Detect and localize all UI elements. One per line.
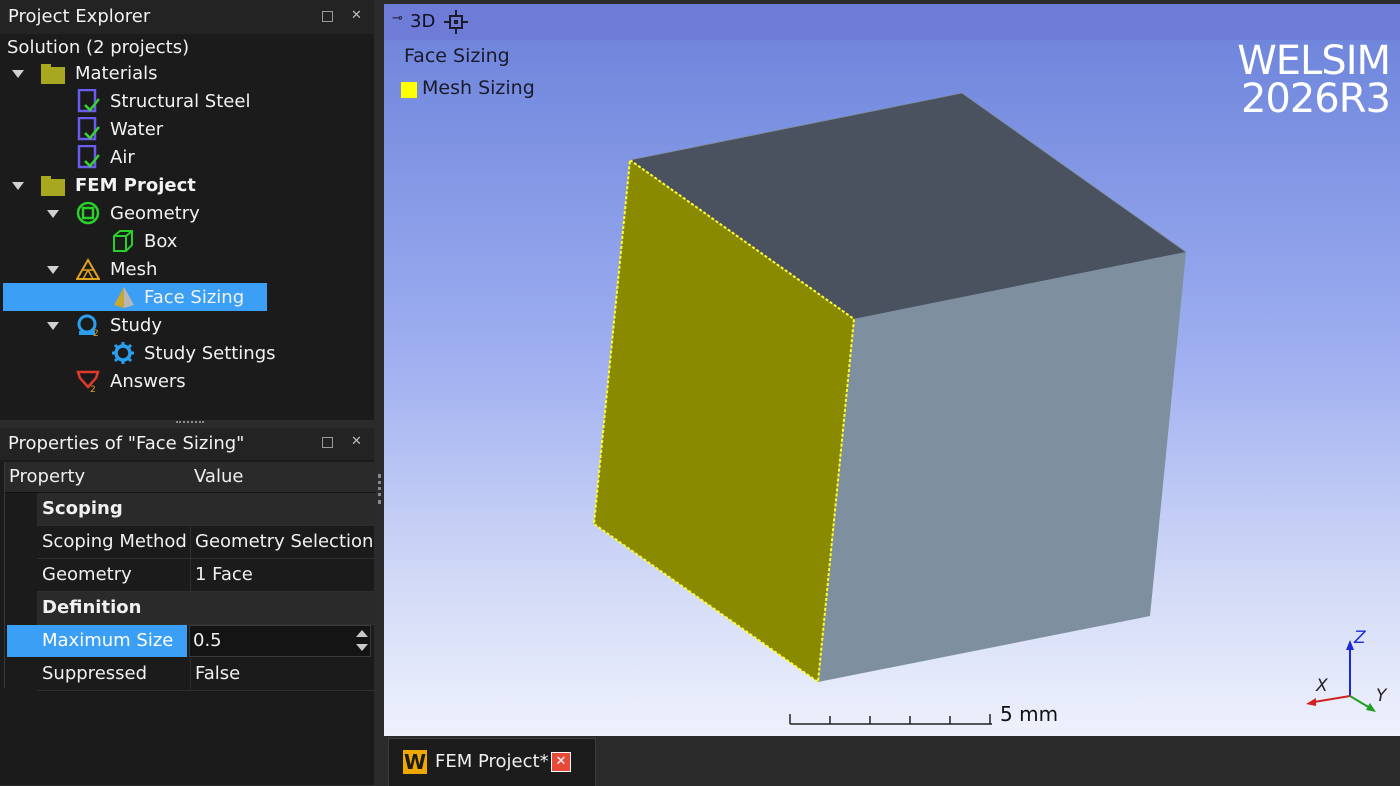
- expand-arrow-icon[interactable]: [12, 70, 24, 78]
- tree-item-answers[interactable]: Answers: [110, 368, 186, 396]
- document-tab-fem-project[interactable]: W FEM Project* ✕: [388, 738, 596, 786]
- grid-gutter: [5, 493, 37, 688]
- float-panel-icon[interactable]: [322, 437, 333, 448]
- section-scoping[interactable]: Scoping: [37, 493, 376, 526]
- axis-z-label: Z: [1354, 628, 1366, 648]
- tree-item-geometry[interactable]: Geometry: [110, 200, 200, 228]
- expand-arrow-icon[interactable]: [47, 266, 59, 274]
- axis-y-label: Y: [1376, 686, 1387, 706]
- svg-text:2: 2: [90, 385, 96, 393]
- property-value-suppressed[interactable]: False: [189, 658, 375, 691]
- column-header-value[interactable]: Value: [189, 462, 376, 493]
- geometry-icon: [76, 201, 100, 225]
- project-explorer-title: Project Explorer: [0, 0, 374, 34]
- tree-item-study[interactable]: Study: [110, 312, 162, 340]
- property-label-suppressed: Suppressed: [37, 658, 191, 691]
- folder-icon: [41, 176, 65, 196]
- answers-icon: 2: [76, 370, 100, 393]
- material-icon: [77, 145, 100, 169]
- column-header-property[interactable]: Property: [5, 462, 192, 493]
- property-label-maximum-size: Maximum Size: [42, 630, 174, 651]
- box-icon: [113, 230, 133, 252]
- face-sizing-icon: [114, 287, 134, 308]
- tree-item-structural-steel[interactable]: Structural Steel: [110, 88, 250, 116]
- mesh-icon: [76, 258, 100, 280]
- tree-item-study-settings[interactable]: Study Settings: [144, 340, 276, 368]
- maximum-size-spinbox[interactable]: 0.5: [189, 625, 371, 657]
- axis-x-label: X: [1316, 676, 1328, 696]
- property-label-scoping-method: Scoping Method: [37, 526, 191, 559]
- tree-item-mesh[interactable]: Mesh: [110, 256, 157, 284]
- maximum-size-value: 0.5: [193, 630, 222, 651]
- expand-arrow-icon[interactable]: [12, 182, 24, 190]
- svg-text:2: 2: [93, 329, 99, 337]
- material-icon: [77, 89, 100, 113]
- expand-arrow-icon[interactable]: [47, 210, 59, 218]
- properties-title: Properties of "Face Sizing": [0, 428, 374, 460]
- tree-item-fem-project[interactable]: FEM Project: [75, 172, 196, 200]
- spin-down-icon[interactable]: [356, 644, 368, 651]
- property-value-scoping-method[interactable]: Geometry Selection: [189, 526, 375, 559]
- 3d-viewport[interactable]: Face Sizing Mesh Sizing WELSIM 2026R3 5 …: [384, 40, 1400, 736]
- viewport-tab-3d[interactable]: 3D: [410, 11, 435, 32]
- expand-arrow-icon[interactable]: [47, 322, 59, 330]
- close-panel-icon[interactable]: ✕: [350, 435, 363, 448]
- project-explorer-panel: Project Explorer ✕ Solution (2 projects)…: [0, 0, 374, 420]
- tree-item-materials[interactable]: Materials: [75, 60, 158, 88]
- tree-item-face-sizing[interactable]: Face Sizing: [144, 284, 244, 312]
- cube-model[interactable]: [384, 40, 1400, 736]
- crosshair-icon[interactable]: [444, 10, 468, 34]
- property-grid: Property Value Scoping Scoping Method Ge…: [4, 462, 376, 691]
- horizontal-splitter-handle[interactable]: [176, 421, 204, 427]
- document-tab-label: FEM Project*: [435, 751, 549, 772]
- scale-label: 5 mm: [1000, 702, 1059, 726]
- tree-item-air[interactable]: Air: [110, 144, 135, 172]
- axis-triad: [1306, 640, 1376, 712]
- cube-right-face[interactable]: [818, 252, 1186, 682]
- section-definition[interactable]: Definition: [37, 592, 376, 625]
- close-panel-icon[interactable]: ✕: [350, 9, 363, 22]
- spin-up-icon[interactable]: [356, 630, 368, 637]
- close-tab-icon[interactable]: ✕: [551, 752, 571, 772]
- tree-item-water[interactable]: Water: [110, 116, 163, 144]
- study-settings-icon: [112, 342, 134, 364]
- tree-solution[interactable]: Solution (2 projects): [7, 34, 189, 62]
- property-value-geometry[interactable]: 1 Face: [189, 559, 375, 592]
- material-icon: [77, 117, 100, 141]
- scale-bar: [789, 714, 992, 725]
- tree-item-box[interactable]: Box: [144, 228, 177, 256]
- welsim-app-icon: W: [403, 750, 427, 774]
- property-label-geometry: Geometry: [37, 559, 191, 592]
- viewport-tab-bar: ⊸ 3D: [384, 4, 1400, 40]
- pin-icon[interactable]: ⊸: [392, 11, 403, 26]
- study-icon: 2: [77, 314, 99, 337]
- float-panel-icon[interactable]: [322, 11, 333, 22]
- folder-icon: [41, 64, 65, 84]
